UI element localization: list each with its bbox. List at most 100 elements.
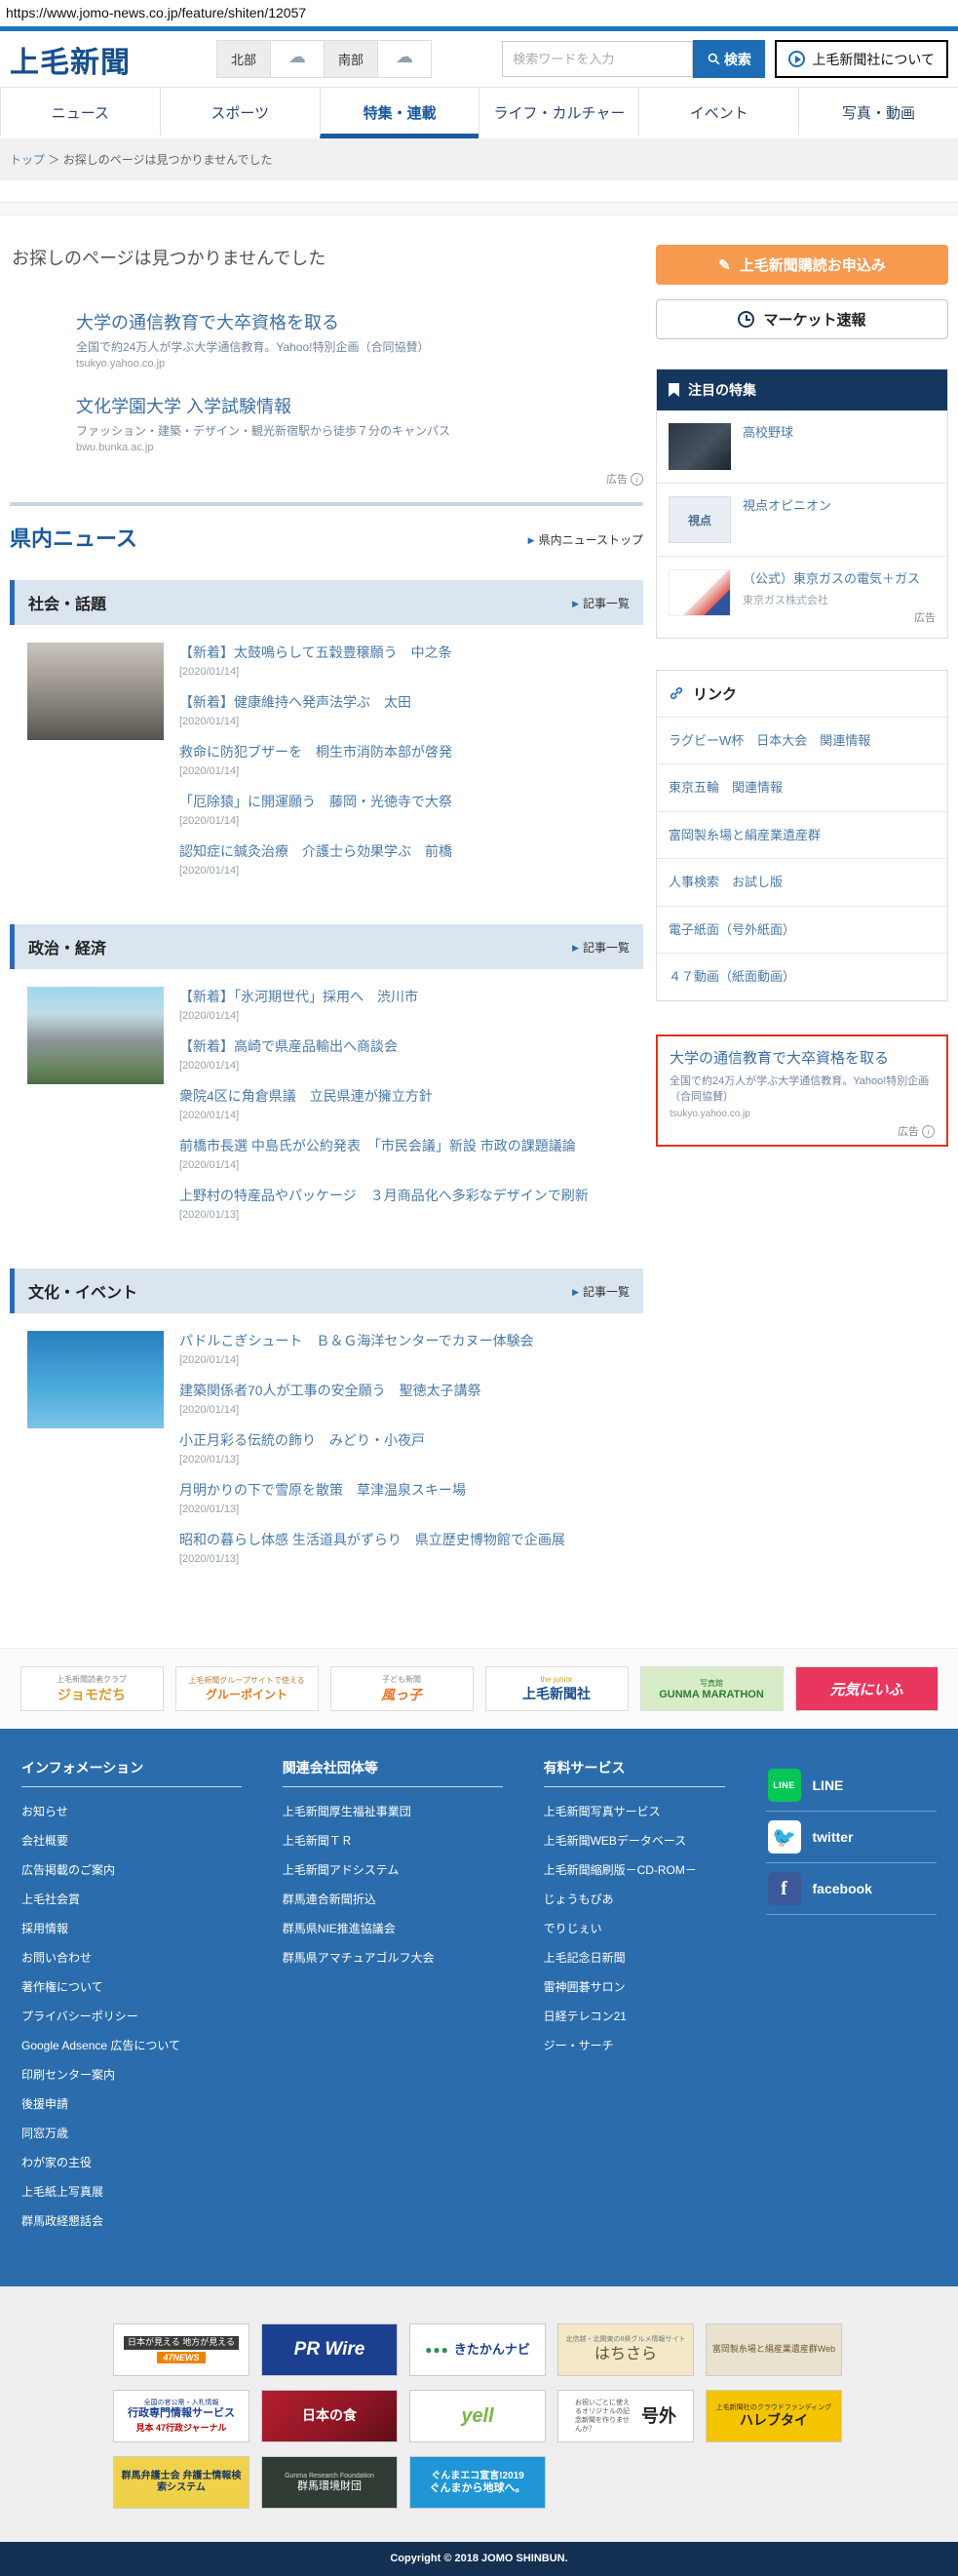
nav-tab[interactable]: 写真・動画 [798, 88, 958, 138]
social-link[interactable]: 🐦 twitter [765, 1812, 937, 1863]
news-item[interactable]: 【新着】健康維持へ発声法学ぶ 太田 [2020/01/14] [179, 692, 643, 727]
news-item[interactable]: 昭和の暮らし体感 生活道具がずらり 県立歴史博物館で企画展 [2020/01/1… [179, 1530, 643, 1565]
partner-site-logo[interactable]: 全国の官公需・入札情報 行政専門情報サービス 見本 47行政ジャーナル [113, 2390, 249, 2442]
breadcrumb-home-link[interactable]: トップ [10, 153, 45, 167]
featured-item-label[interactable]: 高校野球 [743, 423, 936, 443]
news-title[interactable]: 【新着】健康維持へ発声法学ぶ 太田 [179, 692, 643, 713]
footer-link[interactable]: 採用情報 [21, 1920, 242, 1936]
footer-link[interactable]: 会社概要 [21, 1832, 242, 1849]
news-title[interactable]: 「厄除猿」に開運願う 藤岡・光徳寺で大祭 [179, 792, 643, 812]
footer-link[interactable]: わが家の主役 [21, 2154, 242, 2170]
sidebar-link[interactable]: 東京五輪 関連情報 [657, 763, 947, 811]
sidebar-ad[interactable]: 大学の通信教育で大卒資格を取る 全国で約24万人が学ぶ大学通信教育。Yahoo!… [656, 1034, 948, 1147]
news-item[interactable]: 前橋市長選 中島氏が公約発表 「市民会議」新設 市政の課題議論 [2020/01… [179, 1136, 643, 1171]
nav-tab[interactable]: イベント [638, 88, 798, 138]
partner-site-logo[interactable]: Gunma Research Foundation 群馬環境財団 [261, 2456, 398, 2509]
footer-link[interactable]: 上毛記念日新聞 [544, 1949, 725, 1966]
url-bar[interactable]: https://www.jomo-news.co.jp/feature/shit… [0, 0, 958, 26]
news-title[interactable]: 建築関係者70人が工事の安全願う 聖徳太子講祭 [179, 1381, 643, 1401]
news-item[interactable]: 【新着】高崎で県産品輸出へ商談会 [2020/01/14] [179, 1036, 643, 1072]
footer-link[interactable]: 著作権について [21, 1978, 242, 1995]
footer-link[interactable]: プライバシーポリシー [21, 2008, 242, 2024]
news-item[interactable]: 認知症に鍼灸治療 介護士ら効果学ぶ 前橋 [2020/01/14] [179, 841, 643, 877]
partner-logo[interactable]: 写真館 GUNMA MARATHON [639, 1666, 784, 1711]
partner-site-logo[interactable]: お祝いごとに使えるオリジナルの記念新聞を作りませんか？ 号外 [557, 2390, 694, 2442]
news-title[interactable]: 【新着】太鼓鳴らして五穀豊穣願う 中之条 [179, 643, 643, 663]
social-link[interactable]: LINE LINE [765, 1760, 937, 1812]
news-item[interactable]: 「厄除猿」に開運願う 藤岡・光徳寺で大祭 [2020/01/14] [179, 792, 643, 827]
footer-link[interactable]: 印刷センター案内 [21, 2066, 242, 2083]
nav-tab[interactable]: スポーツ [159, 88, 320, 138]
footer-link[interactable]: 後援申請 [21, 2095, 242, 2112]
partner-site-logo[interactable]: 群馬弁護士会 弁護士情報検索システム [113, 2456, 249, 2509]
weather-south[interactable]: 南部 ☁ [325, 41, 432, 77]
partner-logo[interactable]: 上毛新聞グループサイトで使える グルーポイント [174, 1666, 319, 1711]
footer-link[interactable]: 上毛新聞写真サービス [544, 1803, 725, 1819]
featured-item-label[interactable]: （公式）東京ガスの電気＋ガス [743, 569, 936, 589]
footer-link[interactable]: 同窓万歳 [21, 2125, 242, 2141]
search-button[interactable]: 検索 [693, 40, 766, 78]
footer-link[interactable]: Google Adsence 広告について [21, 2037, 242, 2053]
footer-link[interactable]: 群馬連合新聞折込 [283, 1891, 503, 1907]
news-item[interactable]: 小正月彩る伝統の飾り みどり・小夜戸 [2020/01/13] [179, 1430, 643, 1465]
kennai-top-link[interactable]: ▶ 県内ニューストップ [528, 531, 643, 548]
footer-link[interactable]: 日経テレコン21 [544, 2008, 725, 2024]
footer-link[interactable]: 上毛紙上写真展 [21, 2183, 242, 2200]
footer-link[interactable]: 広告掲載のご案内 [21, 1861, 242, 1878]
ad-title[interactable]: 文化学園大学 入学試験情報 [76, 393, 643, 418]
footer-link[interactable]: 上毛新聞厚生福祉事業団 [283, 1803, 503, 1819]
sidebar-link[interactable]: 電子紙面（号外紙面） [657, 905, 947, 954]
footer-link[interactable]: じょうもぴあ [544, 1891, 725, 1907]
nav-tab[interactable]: 特集・連載 [319, 88, 479, 138]
text-ad[interactable]: 大学の通信教育で大卒資格を取る 全国で約24万人が学ぶ大学通信教育。Yahoo!… [76, 309, 643, 370]
search-input[interactable] [502, 41, 694, 77]
news-item[interactable]: 【新着】太鼓鳴らして五穀豊穣願う 中之条 [2020/01/14] [179, 643, 643, 678]
footer-link[interactable]: 上毛新聞WEBデータベース [544, 1832, 725, 1849]
partner-site-logo[interactable]: きたかんナビ ●●● [409, 2323, 546, 2376]
news-title[interactable]: 衆院4区に角倉県議 立民県連が擁立方針 [179, 1086, 643, 1107]
sidebar-ad-title[interactable]: 大学の通信教育で大卒資格を取る [670, 1048, 935, 1069]
partner-site-logo[interactable]: yell [409, 2390, 546, 2442]
sidebar-link[interactable]: ラグビーW杯 日本大会 関連情報 [657, 716, 947, 764]
partner-logo[interactable]: the junior 上毛新聞社 [484, 1666, 629, 1711]
news-item[interactable]: 【新着】「氷河期世代」採用へ 渋川市 [2020/01/14] [179, 987, 643, 1022]
ad-title[interactable]: 大学の通信教育で大卒資格を取る [76, 309, 643, 334]
footer-link[interactable]: 上毛新聞ＴＲ [283, 1832, 503, 1849]
market-report-button[interactable]: マーケット速報 [656, 299, 948, 339]
weather-widget[interactable]: 北部 ☁ 南部 ☁ [216, 40, 433, 78]
news-title[interactable]: 小正月彩る伝統の飾り みどり・小夜戸 [179, 1430, 643, 1451]
nav-tab[interactable]: ニュース [0, 88, 160, 138]
footer-link[interactable]: お問い合わせ [21, 1949, 242, 1966]
sidebar-link[interactable]: ４７動画（紙面動画） [657, 953, 947, 1000]
sidebar-link[interactable]: 富岡製糸場と絹産業遺産群 [657, 810, 947, 859]
nav-tab[interactable]: ライフ・カルチャー [479, 88, 638, 138]
news-title[interactable]: 救命に防犯ブザーを 桐生市消防本部が啓発 [179, 742, 643, 762]
partner-site-logo[interactable]: ぐんまエコ宣言!2019 ぐんまから地球へ。 [409, 2456, 546, 2509]
text-ad[interactable]: 文化学園大学 入学試験情報 ファッション・建築・デザイン・観光新宿駅から徒歩７分… [76, 393, 643, 453]
section-culture-more-link[interactable]: ▶ 記事一覧 [572, 1283, 630, 1300]
thumbnail-image[interactable] [27, 1331, 164, 1428]
weather-north[interactable]: 北部 ☁ [217, 41, 326, 77]
partner-site-logo[interactable]: 日本が見える 地方が見える 47NEWS [113, 2323, 249, 2376]
site-logo[interactable]: 上毛新聞 [10, 38, 131, 81]
news-title[interactable]: 月明かりの下で雪原を散策 草津温泉スキー場 [179, 1480, 643, 1501]
partner-logo[interactable]: 子ども新聞 風っ子 [329, 1666, 474, 1711]
news-item[interactable]: パドルこぎシュート Ｂ＆Ｇ海洋センターでカヌー体験会 [2020/01/14] [179, 1331, 643, 1366]
news-title[interactable]: 昭和の暮らし体感 生活道具がずらり 県立歴史博物館で企画展 [179, 1530, 643, 1550]
partner-site-logo[interactable]: 日本の食 [261, 2390, 398, 2442]
featured-item-label[interactable]: 視点オピニオン [743, 496, 936, 516]
subscribe-button[interactable]: ✎ 上毛新聞購読お申込み [656, 245, 948, 285]
footer-link[interactable]: 群馬政経懇話会 [21, 2212, 242, 2229]
news-item[interactable]: 上野村の特産品やパッケージ ３月商品化へ多彩なデザインで刷新 [2020/01/… [179, 1186, 643, 1221]
sidebar-link[interactable]: 人事検索 お試し版 [657, 858, 947, 906]
partner-site-logo[interactable]: 富岡製糸場と絹産業遺産群Web [706, 2323, 842, 2376]
thumbnail-image[interactable] [27, 643, 164, 740]
about-company-button[interactable]: 上毛新聞社について [775, 40, 948, 78]
footer-link[interactable]: 上毛新聞アドシステム [283, 1861, 503, 1878]
footer-link[interactable]: ジー・サーチ [544, 2037, 725, 2053]
featured-item[interactable]: 高校野球 [657, 410, 947, 483]
ad-label[interactable]: 広告 i [10, 471, 643, 487]
news-item[interactable]: 救命に防犯ブザーを 桐生市消防本部が啓発 [2020/01/14] [179, 742, 643, 777]
section-politics-more-link[interactable]: ▶ 記事一覧 [572, 939, 630, 956]
news-title[interactable]: 認知症に鍼灸治療 介護士ら効果学ぶ 前橋 [179, 841, 643, 862]
